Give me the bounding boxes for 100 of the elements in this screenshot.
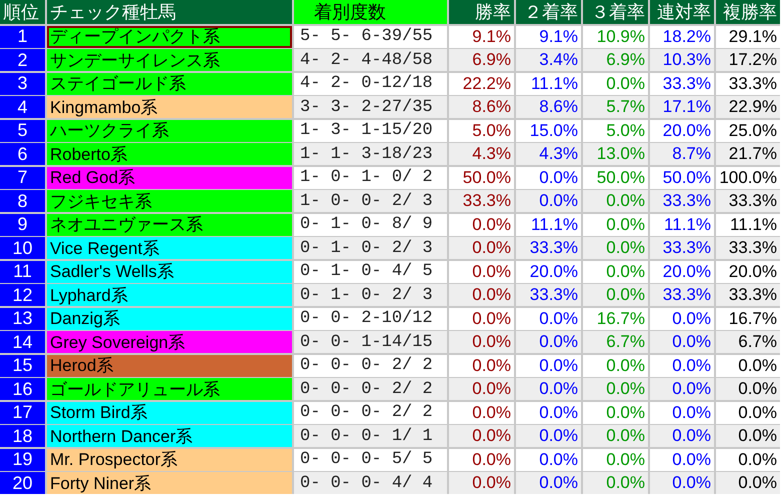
rank-cell: 15 bbox=[0, 354, 45, 376]
record-cell: 0- 0- 0- 2/ 2 bbox=[294, 354, 447, 376]
rate-cell: 22.9% bbox=[716, 96, 780, 118]
rate-cell: 20.0% bbox=[516, 260, 581, 282]
sire-line-cell[interactable]: Forty Niner系 bbox=[47, 472, 292, 494]
rate-cell: 0.0% bbox=[583, 425, 648, 447]
sire-line-cell[interactable]: Grey Sovereign系 bbox=[47, 331, 292, 353]
column-header[interactable]: 着別度数 bbox=[294, 0, 447, 24]
rate-cell: 11.1% bbox=[716, 214, 780, 236]
rate-cell: 6.9% bbox=[583, 49, 648, 71]
rate-cell: 6.7% bbox=[716, 331, 780, 353]
rate-cell: 0.0% bbox=[650, 308, 714, 330]
rate-cell: 0.0% bbox=[716, 448, 780, 470]
rate-cell: 29.1% bbox=[716, 26, 780, 48]
rate-cell: 0.0% bbox=[650, 425, 714, 447]
sire-line-cell[interactable]: サンデーサイレンス系 bbox=[47, 49, 292, 71]
sire-line-cell[interactable]: ネオユニヴァース系 bbox=[47, 214, 292, 236]
rate-cell: 0.0% bbox=[716, 472, 780, 494]
rank-cell: 19 bbox=[0, 448, 45, 470]
rate-cell: 6.9% bbox=[449, 49, 514, 71]
rate-cell: 3.4% bbox=[516, 49, 581, 71]
rate-cell: 0.0% bbox=[449, 425, 514, 447]
sire-line-cell[interactable]: ハーツクライ系 bbox=[47, 120, 292, 142]
rank-cell: 8 bbox=[0, 190, 45, 212]
sire-line-cell[interactable]: ゴールドアリュール系 bbox=[47, 378, 292, 400]
record-cell: 4- 2- 4-48/58 bbox=[294, 49, 447, 71]
sire-line-cell[interactable]: Mr. Prospector系 bbox=[47, 448, 292, 470]
column-header[interactable]: チェック種牡馬 bbox=[47, 0, 292, 24]
rate-cell: 20.0% bbox=[650, 260, 714, 282]
rate-cell: 0.0% bbox=[583, 472, 648, 494]
record-cell: 0- 1- 0- 2/ 3 bbox=[294, 284, 447, 306]
rate-cell: 0.0% bbox=[583, 237, 648, 259]
rate-cell: 0.0% bbox=[449, 237, 514, 259]
sire-line-cell[interactable]: Danzig系 bbox=[47, 308, 292, 330]
sire-line-cell[interactable]: Sadler's Wells系 bbox=[47, 260, 292, 282]
rate-cell: 0.0% bbox=[650, 402, 714, 424]
rate-cell: 0.0% bbox=[449, 378, 514, 400]
sire-line-cell[interactable]: Northern Dancer系 bbox=[47, 425, 292, 447]
sire-line-cell[interactable]: Vice Regent系 bbox=[47, 237, 292, 259]
record-cell: 0- 0- 0- 2/ 2 bbox=[294, 378, 447, 400]
rate-cell: 0.0% bbox=[583, 354, 648, 376]
rate-cell: 9.1% bbox=[449, 26, 514, 48]
rate-cell: 0.0% bbox=[583, 190, 648, 212]
rate-cell: 4.3% bbox=[449, 143, 514, 165]
rate-cell: 20.0% bbox=[650, 120, 714, 142]
rate-cell: 0.0% bbox=[449, 402, 514, 424]
rank-cell: 10 bbox=[0, 237, 45, 259]
column-header[interactable]: 連対率 bbox=[650, 0, 714, 24]
column-header[interactable]: ２着率 bbox=[516, 0, 581, 24]
rate-cell: 17.2% bbox=[716, 49, 780, 71]
rate-cell: 33.3% bbox=[449, 190, 514, 212]
sire-line-cell[interactable]: Red God系 bbox=[47, 166, 292, 188]
rate-cell: 9.1% bbox=[516, 26, 581, 48]
rate-cell: 17.1% bbox=[650, 96, 714, 118]
rate-cell: 0.0% bbox=[516, 402, 581, 424]
rate-cell: 0.0% bbox=[516, 308, 581, 330]
record-cell: 4- 2- 0-12/18 bbox=[294, 72, 447, 94]
rate-cell: 50.0% bbox=[449, 166, 514, 188]
rank-cell: 20 bbox=[0, 472, 45, 494]
rate-cell: 0.0% bbox=[516, 425, 581, 447]
sire-line-cell[interactable]: Lyphard系 bbox=[47, 284, 292, 306]
rate-cell: 0.0% bbox=[449, 448, 514, 470]
rate-cell: 0.0% bbox=[650, 448, 714, 470]
rate-cell: 0.0% bbox=[516, 378, 581, 400]
rate-cell: 0.0% bbox=[583, 284, 648, 306]
sire-line-cell[interactable]: フジキセキ系 bbox=[47, 190, 292, 212]
record-cell: 0- 0- 0- 4/ 4 bbox=[294, 472, 447, 494]
sire-line-cell[interactable]: Herod系 bbox=[47, 354, 292, 376]
record-cell: 5- 5- 6-39/55 bbox=[294, 26, 447, 48]
rate-cell: 0.0% bbox=[583, 260, 648, 282]
rate-cell: 0.0% bbox=[650, 378, 714, 400]
rate-cell: 33.3% bbox=[516, 237, 581, 259]
rate-cell: 0.0% bbox=[449, 472, 514, 494]
rate-cell: 0.0% bbox=[583, 402, 648, 424]
record-cell: 0- 0- 2-10/12 bbox=[294, 308, 447, 330]
sire-line-cell[interactable]: ディープインパクト系 bbox=[47, 26, 292, 48]
record-cell: 0- 1- 0- 8/ 9 bbox=[294, 214, 447, 236]
sire-line-cell[interactable]: Kingmambo系 bbox=[47, 96, 292, 118]
rate-cell: 8.7% bbox=[650, 143, 714, 165]
sire-line-cell[interactable]: Storm Bird系 bbox=[47, 402, 292, 424]
rate-cell: 0.0% bbox=[583, 448, 648, 470]
rate-cell: 0.0% bbox=[516, 448, 581, 470]
rate-cell: 21.7% bbox=[716, 143, 780, 165]
rank-cell: 9 bbox=[0, 214, 45, 236]
rate-cell: 15.0% bbox=[516, 120, 581, 142]
rate-cell: 100.0% bbox=[716, 166, 780, 188]
column-header[interactable]: ３着率 bbox=[583, 0, 648, 24]
record-cell: 0- 0- 0- 1/ 1 bbox=[294, 425, 447, 447]
column-header[interactable]: 順位 bbox=[0, 0, 45, 24]
column-header[interactable]: 複勝率 bbox=[716, 0, 780, 24]
rank-cell: 4 bbox=[0, 96, 45, 118]
rate-cell: 13.0% bbox=[583, 143, 648, 165]
rate-cell: 0.0% bbox=[516, 331, 581, 353]
sire-line-cell[interactable]: Roberto系 bbox=[47, 143, 292, 165]
column-header[interactable]: 勝率 bbox=[449, 0, 514, 24]
rate-cell: 11.1% bbox=[516, 72, 581, 94]
rate-cell: 0.0% bbox=[650, 472, 714, 494]
rate-cell: 10.3% bbox=[650, 49, 714, 71]
sire-line-cell[interactable]: ステイゴールド系 bbox=[47, 72, 292, 94]
rate-cell: 0.0% bbox=[516, 166, 581, 188]
